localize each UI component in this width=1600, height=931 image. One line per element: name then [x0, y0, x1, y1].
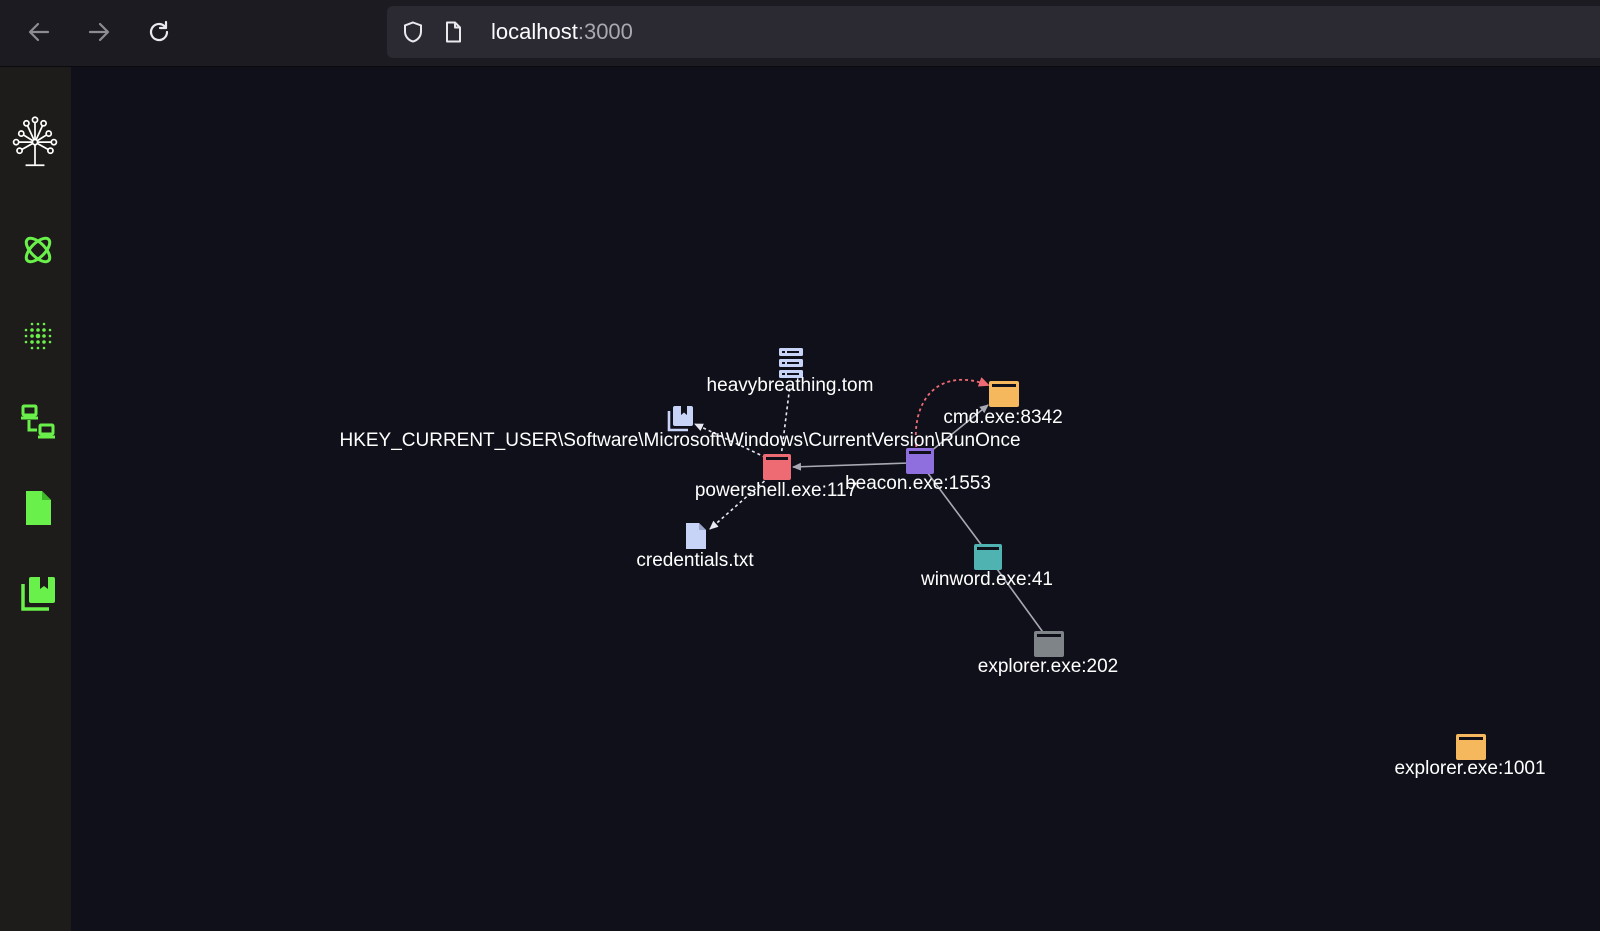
node-label-server[interactable]: heavybreathing.tom: [707, 375, 874, 397]
url-host: localhost: [491, 19, 578, 44]
node-label-explorer-202[interactable]: explorer.exe:202: [978, 656, 1119, 678]
process-window-icon[interactable]: [1033, 630, 1065, 658]
node-label-explorer-1001[interactable]: explorer.exe:1001: [1394, 758, 1545, 780]
sidebar-item-registry[interactable]: [15, 571, 61, 617]
node-label-credentials[interactable]: credentials.txt: [636, 550, 753, 572]
process-window-icon[interactable]: [973, 543, 1003, 571]
sidebar-item-home-logo[interactable]: [11, 111, 59, 175]
node-label-winword[interactable]: winword.exe:41: [921, 569, 1053, 591]
node-label-beacon[interactable]: beacon.exe:1553: [845, 473, 991, 495]
url-text[interactable]: localhost:3000: [491, 6, 633, 58]
url-bar[interactable]: localhost:3000: [387, 6, 1600, 58]
process-window-icon[interactable]: [762, 453, 792, 481]
sidebar-item-atom[interactable]: [15, 227, 61, 273]
forward-button[interactable]: [84, 17, 114, 47]
registry-bookmark-icon: [21, 577, 55, 611]
dots-grid-icon: [24, 322, 52, 350]
url-port: :3000: [577, 19, 633, 44]
file-icon: [26, 491, 51, 525]
sidebar: [0, 67, 71, 931]
file-node-icon[interactable]: [685, 522, 707, 550]
edge-beacon-powershell: [792, 462, 910, 471]
node-label-cmd[interactable]: cmd.exe:8342: [943, 407, 1062, 429]
sidebar-item-network[interactable]: [15, 399, 61, 445]
shield-icon[interactable]: [401, 20, 425, 44]
reload-button[interactable]: [144, 17, 174, 47]
tree-logo-icon: [12, 116, 58, 167]
network-hosts-icon: [21, 404, 55, 439]
process-window-icon[interactable]: [1455, 733, 1487, 761]
browser-toolbar: localhost:3000: [0, 0, 1600, 67]
graph-canvas[interactable]: heavybreathing.tom HKEY_CURRENT_USER\Sof…: [71, 67, 1600, 931]
back-button[interactable]: [24, 17, 54, 47]
arrow-left-icon: [28, 22, 50, 42]
registry-key-icon[interactable]: [667, 404, 695, 432]
reload-icon: [149, 20, 169, 42]
process-window-icon[interactable]: [905, 447, 935, 475]
sidebar-item-files[interactable]: [15, 485, 61, 531]
atom-icon: [24, 236, 52, 264]
node-label-powershell[interactable]: powershell.exe:117: [695, 480, 857, 502]
arrow-right-icon: [88, 22, 110, 42]
page-icon[interactable]: [441, 20, 465, 44]
process-window-icon[interactable]: [988, 380, 1020, 408]
sidebar-item-dots[interactable]: [15, 313, 61, 359]
